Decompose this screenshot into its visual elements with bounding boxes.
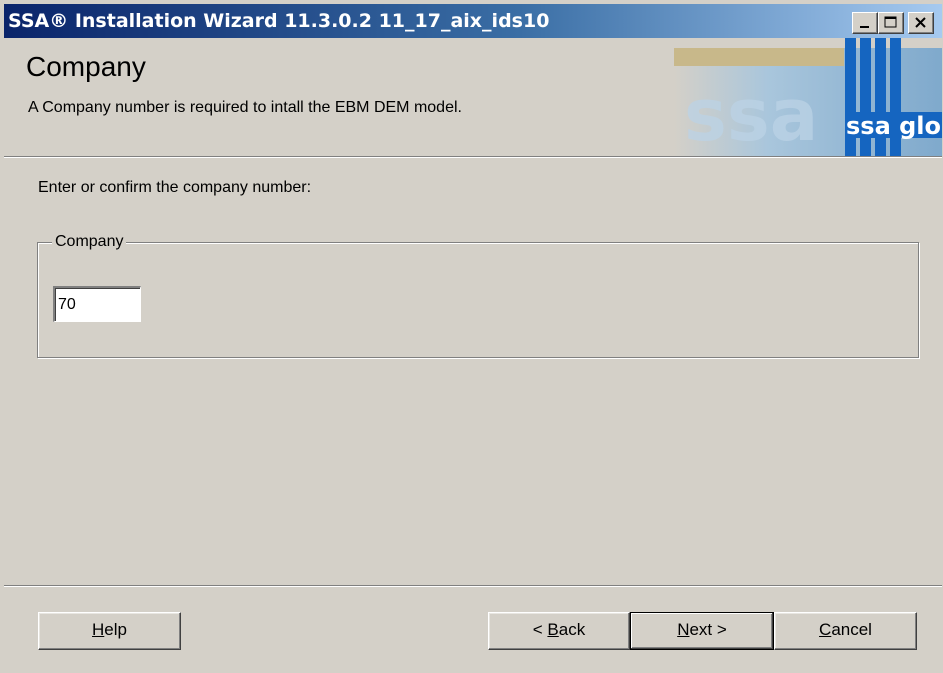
minimize-button[interactable] [852, 12, 878, 34]
svg-text:ssa: ssa [684, 73, 818, 156]
company-groupbox: Company [37, 233, 919, 358]
title-bar[interactable]: SSA® Installation Wizard 11.3.0.2 11_17_… [4, 4, 942, 38]
help-mnemonic: H [92, 620, 105, 639]
next-label: ext > [689, 620, 727, 639]
ssa-global-logo: ssa ssa global [674, 38, 942, 156]
page-title: Company [26, 51, 146, 82]
next-mnemonic: N [677, 620, 690, 639]
window-title: SSA® Installation Wizard 11.3.0.2 11_17_… [8, 10, 550, 32]
maximize-button[interactable] [878, 12, 904, 34]
minimize-icon [860, 26, 869, 28]
close-icon [915, 17, 926, 28]
company-number-input[interactable] [53, 286, 141, 322]
header-divider [4, 156, 942, 158]
close-button[interactable] [908, 12, 934, 34]
help-button[interactable]: Help [38, 612, 181, 650]
back-label: ack [558, 620, 586, 639]
footer-divider [4, 585, 942, 587]
company-prompt: Enter or confirm the company number: [38, 179, 312, 196]
cancel-button[interactable]: Cancel [774, 612, 917, 650]
page-description: A Company number is required to intall t… [28, 99, 462, 116]
back-prefix: < [532, 620, 548, 639]
logo-text: ssa global [846, 112, 942, 140]
help-label: elp [104, 620, 127, 639]
cancel-mnemonic: C [819, 620, 832, 639]
next-button[interactable]: Next > [630, 612, 774, 650]
cancel-label: ancel [831, 620, 872, 639]
back-button[interactable]: < Back [488, 612, 630, 650]
maximize-icon [884, 16, 897, 28]
wizard-header: Company A Company number is required to … [4, 38, 942, 156]
installer-window: SSA® Installation Wizard 11.3.0.2 11_17_… [0, 0, 943, 673]
back-mnemonic: B [547, 620, 559, 639]
company-group-label: Company [52, 233, 127, 251]
